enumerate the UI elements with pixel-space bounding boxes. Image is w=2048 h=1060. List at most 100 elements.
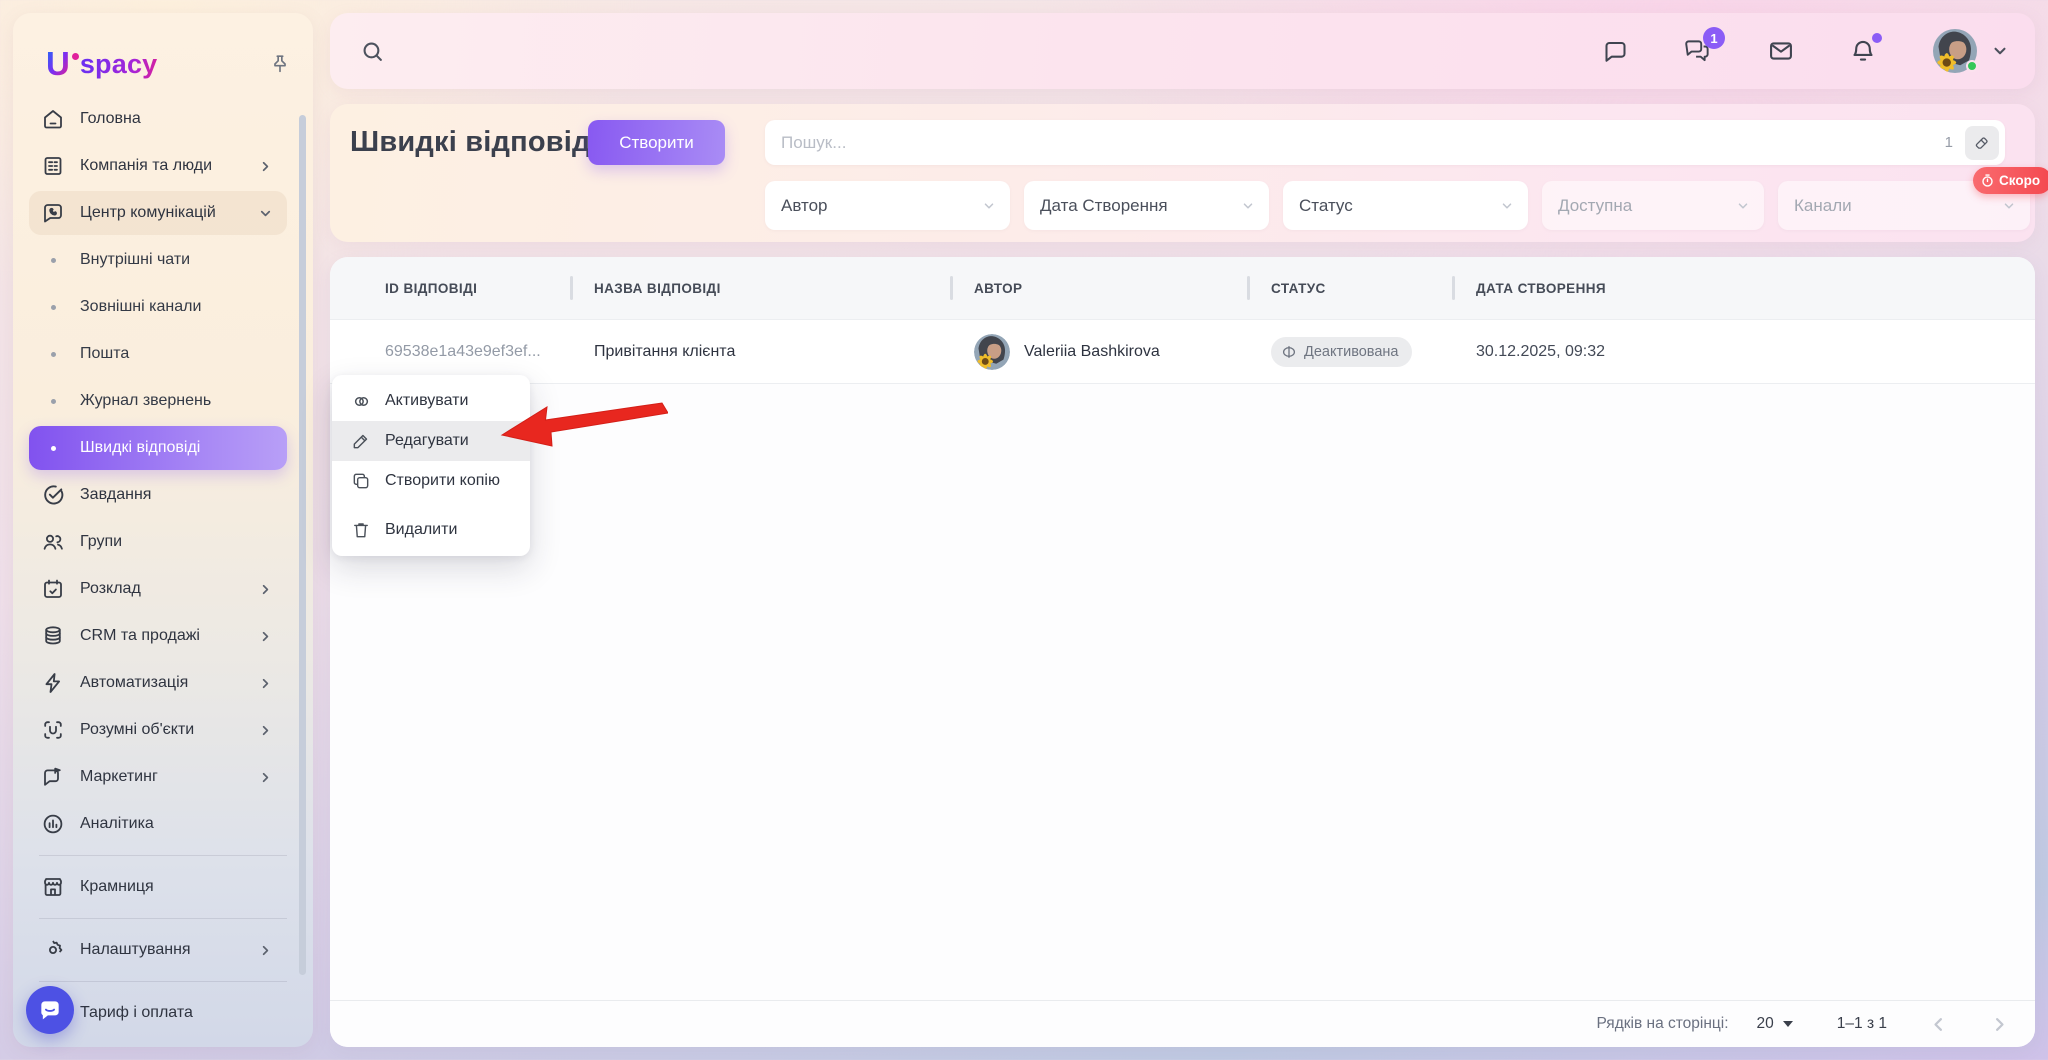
home-icon [41,107,65,131]
sidebar-item-shop[interactable]: Крамниця [29,865,287,909]
context-menu-label: Редагувати [385,432,469,450]
sidebar-item-label: Внутрішні чати [80,251,190,269]
logo-dot [72,53,79,60]
sidebar-item-label: Завдання [80,486,151,504]
context-menu-label: Створити копію [385,472,500,490]
sidebar-item-mail[interactable]: Пошта [29,332,287,376]
search-input[interactable] [765,120,1945,165]
column-header-status[interactable]: СТАТУС [1247,281,1452,296]
sidebar-item-label: Головна [80,110,141,128]
cell-created-date: 30.12.2025, 09:32 [1452,343,2035,361]
chat-count-badge: 1 [1703,27,1725,49]
row-context-menu: Активувати Редагувати Створити копію Вид… [332,375,530,556]
sidebar-item-external-channels[interactable]: Зовнішні канали [29,285,287,329]
mail-icon[interactable] [1767,37,1795,65]
column-header-name[interactable]: НАЗВА ВІДПОВІДІ [570,281,950,296]
rows-per-page-select[interactable]: 20 [1757,1015,1793,1033]
sidebar-scrollbar[interactable] [299,115,306,975]
author-name: Valeriia Bashkirova [1024,343,1160,361]
profile-chevron-down-icon[interactable] [1991,42,2009,60]
sidebar-item-smart-objects[interactable]: Розумні об'єкти [29,708,287,752]
online-status-dot [1966,60,1978,72]
gear-icon [41,938,65,962]
smart-objects-icon [41,718,65,742]
crm-icon [41,624,65,648]
column-header-created[interactable]: ДАТА СТВОРЕННЯ [1452,281,2035,296]
sidebar-item-label: Центр комунікацій [80,204,216,222]
sidebar-item-request-log[interactable]: Журнал звернень [29,379,287,423]
sidebar-item-quick-replies[interactable]: Швидкі відповіді [29,426,287,470]
pin-sidebar-icon[interactable] [269,53,291,75]
sidebar-item-settings[interactable]: Налаштування [29,928,287,972]
sidebar-divider [39,918,287,919]
user-avatar[interactable] [1933,29,1977,73]
sidebar-item-marketing[interactable]: Маркетинг [29,755,287,799]
support-chat-button[interactable] [26,986,74,1034]
external-chats-icon[interactable]: 1 [1683,37,1713,65]
sidebar-item-automation[interactable]: Автоматизація [29,661,287,705]
filter-status[interactable]: Статус [1283,181,1528,230]
table-row[interactable]: 69538e1a43e9ef3ef... Привітання клієнта [330,320,2035,384]
filter-label: Канали [1794,196,1852,216]
sidebar-item-tasks[interactable]: Завдання [29,473,287,517]
sidebar: U spacy Головна Компанія та люди Центр к… [13,13,313,1047]
rows-per-page-value: 20 [1757,1015,1774,1033]
sidebar-item-communication-center[interactable]: Центр комунікацій [29,191,287,235]
company-icon [41,154,65,178]
column-header-id[interactable]: ID ВІДПОВІДІ [330,281,570,296]
bullet-icon [41,248,65,272]
bullet-icon [41,436,65,460]
filter-available: Доступна [1542,181,1764,230]
search-filter-count: 1 [1945,134,1953,151]
chevron-right-icon [258,159,273,174]
shop-icon [41,875,65,899]
status-badge: Деактивована [1271,337,1412,367]
sidebar-item-groups[interactable]: Групи [29,520,287,564]
pagination-range: 1–1 з 1 [1837,1015,1887,1033]
sidebar-item-label: CRM та продажі [80,627,200,645]
sidebar-item-label: Журнал звернень [80,392,211,410]
context-menu-delete[interactable]: Видалити [332,510,530,550]
cell-status: Деактивована [1247,337,1452,367]
global-search-icon[interactable] [360,39,385,64]
context-menu-activate[interactable]: Активувати [332,381,530,421]
groups-icon [41,530,65,554]
context-menu-label: Активувати [385,392,468,410]
sidebar-item-label: Зовнішні канали [80,298,201,316]
filter-author[interactable]: Автор [765,181,1010,230]
bullet-icon [41,295,65,319]
chevron-down-icon [1241,199,1255,213]
column-header-author[interactable]: АВТОР [950,281,1247,296]
sidebar-item-label: Тариф і оплата [80,1004,193,1022]
sidebar-item-crm[interactable]: CRM та продажі [29,614,287,658]
sidebar-item-label: Маркетинг [80,768,158,786]
chevron-right-icon [258,770,273,785]
create-button[interactable]: Створити [588,120,725,165]
bullet-icon [41,389,65,413]
chat-bubble-icon [37,997,63,1023]
marketing-icon [41,765,65,789]
filter-created-date[interactable]: Дата Створення [1024,181,1269,230]
sidebar-item-company[interactable]: Компанія та люди [29,144,287,188]
filter-label: Доступна [1558,196,1632,216]
rows-per-page-label: Рядків на сторінці: [1596,1015,1728,1033]
topbar: 1 [330,13,2035,89]
context-menu-edit[interactable]: Редагувати [332,421,530,461]
sidebar-item-label: Швидкі відповіді [80,439,200,457]
sidebar-item-schedule[interactable]: Розклад [29,567,287,611]
clear-filters-button[interactable] [1965,126,1999,160]
sidebar-item-home[interactable]: Головна [29,97,287,141]
chevron-right-icon [258,582,273,597]
previous-page-button[interactable] [1929,1015,1948,1034]
chevron-down-icon [1736,199,1750,213]
context-menu-copy[interactable]: Створити копію [332,461,530,501]
filter-label: Автор [781,196,828,216]
internal-chat-icon[interactable] [1602,38,1629,65]
sidebar-item-analytics[interactable]: Аналітика [29,802,287,846]
notifications-bell-icon[interactable] [1849,37,1877,65]
sidebar-item-internal-chats[interactable]: Внутрішні чати [29,238,287,282]
caret-down-icon [1783,1021,1793,1027]
filters-row: Автор Дата Створення Статус Доступна Кан… [765,181,2030,230]
uspacy-logo[interactable]: U spacy [46,49,157,79]
next-page-button[interactable] [1990,1015,2009,1034]
